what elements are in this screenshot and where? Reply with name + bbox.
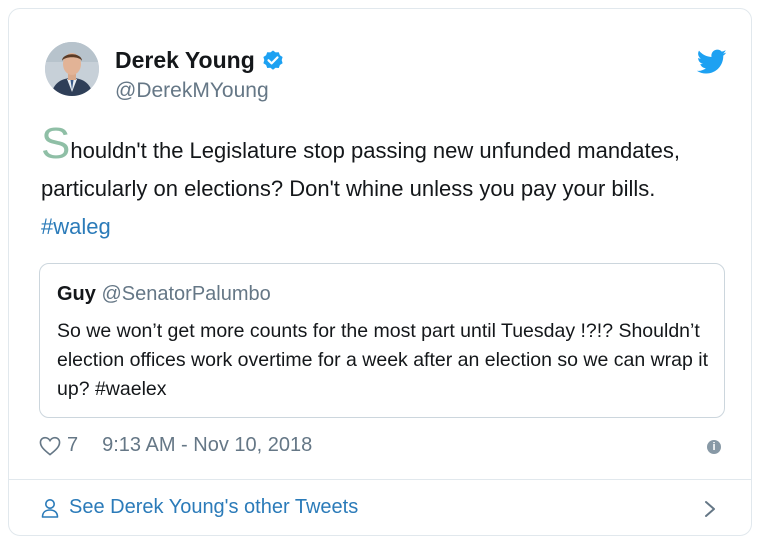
author-avatar[interactable] — [45, 42, 99, 96]
avatar-photo — [45, 42, 99, 96]
tweet-dropcap: S — [41, 119, 71, 168]
author-name-row[interactable]: Derek Young — [115, 47, 285, 74]
like-count[interactable]: 7 — [67, 434, 78, 457]
info-icon[interactable]: i — [707, 440, 721, 454]
tweet-timestamp[interactable]: 9:13 AM - Nov 10, 2018 — [102, 434, 312, 457]
quoted-tweet-text: So we won’t get more counts for the most… — [57, 320, 709, 400]
heart-icon[interactable] — [39, 436, 61, 456]
chevron-right-icon[interactable] — [703, 499, 717, 519]
footer-divider — [9, 479, 751, 480]
tweet-body: Shouldn't the Legislature stop passing n… — [41, 122, 731, 246]
tweet-meta: 7 9:13 AM - Nov 10, 2018 — [39, 434, 312, 457]
see-other-tweets-link[interactable]: See Derek Young's other Tweets — [41, 496, 358, 519]
quoted-author-name: Guy — [57, 283, 96, 305]
person-icon — [41, 498, 59, 518]
author-name[interactable]: Derek Young — [115, 47, 255, 74]
verified-badge-icon — [263, 50, 283, 70]
hashtag-link[interactable]: #waleg — [41, 214, 111, 239]
see-other-tweets-label[interactable]: See Derek Young's other Tweets — [69, 496, 358, 519]
tweet-text: houldn't the Legislature stop passing ne… — [41, 138, 680, 201]
twitter-bird-icon[interactable] — [697, 49, 727, 75]
embedded-tweet-card: Derek Young @DerekMYoung Shouldn't the L… — [8, 8, 752, 536]
quoted-tweet[interactable]: Guy @SenatorPalumbo So we won’t get more… — [39, 263, 725, 418]
author-handle[interactable]: @DerekMYoung — [115, 79, 269, 103]
quoted-author: Guy @SenatorPalumbo — [57, 283, 271, 306]
quoted-author-handle: @SenatorPalumbo — [101, 283, 271, 305]
